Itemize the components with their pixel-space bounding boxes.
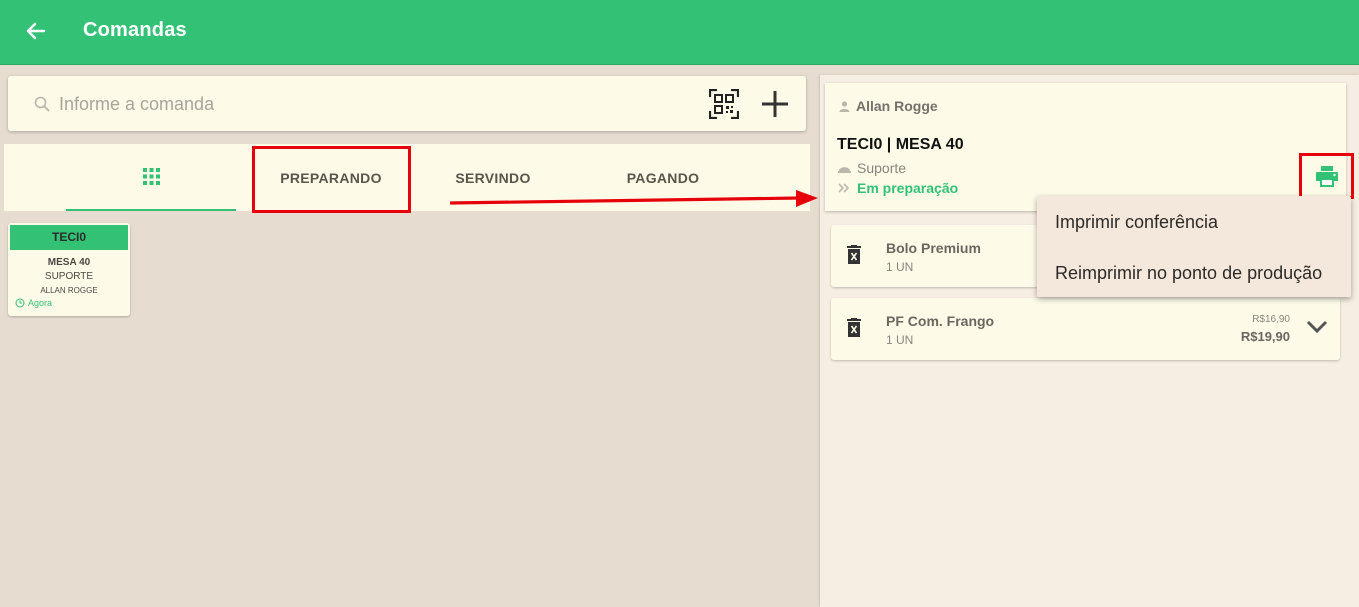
search-icon [34,96,50,112]
order-status: Em preparação [838,180,958,196]
order-card-time: Agora [15,298,52,308]
grid-icon [142,168,160,185]
order-card[interactable]: TECI0 MESA 40 SUPORTE ALLAN ROGGE Agora [8,223,130,316]
print-button[interactable] [1299,153,1354,199]
annotation-arrow [449,190,818,207]
back-arrow-icon[interactable] [24,17,50,45]
order-customer: Allan Rogge [839,98,938,114]
highlight-box-preparing [252,146,411,213]
page-title: Comandas [83,19,187,41]
qr-code-icon[interactable] [708,88,740,120]
trash-icon[interactable] [847,318,861,338]
order-title: TECI0 | MESA 40 [837,136,964,153]
order-card-code: TECI0 [10,225,128,250]
list-item[interactable]: PF Com. Frango 1 UN R$16,90 R$19,90 [831,298,1340,360]
item-price: R$19,90 [1240,329,1290,344]
order-card-table: MESA 40 [47,257,91,268]
order-sector: Suporte [838,160,906,176]
printer-icon [1315,166,1338,187]
clock-icon [15,298,25,308]
plus-icon [762,91,788,117]
item-old-price: R$16,90 [1252,314,1290,325]
print-menu: Imprimir conferência Reimprimir no ponto… [1037,196,1351,297]
item-name: PF Com. Frango [886,313,995,329]
order-sector-label: Suporte [857,160,907,176]
person-icon [839,100,850,112]
menu-item-reprint-production[interactable]: Reimprimir no ponto de produção [1055,263,1322,284]
search-input[interactable] [59,90,679,118]
order-header-card: Allan Rogge TECI0 | MESA 40 Suporte Em p… [825,83,1346,211]
search-bar [8,76,806,131]
double-chevron-icon [838,183,850,193]
tray-icon [838,167,851,173]
item-qty: 1 UN [886,260,914,274]
app-bar: Comandas [0,0,1359,65]
chevron-down-icon[interactable] [1306,319,1328,335]
order-card-time-label: Agora [28,298,53,308]
order-status-label: Em preparação [857,180,959,196]
menu-item-print-check[interactable]: Imprimir conferência [1055,212,1218,233]
order-card-sector: SUPORTE [44,271,94,282]
order-customer-name: Allan Rogge [856,98,938,114]
item-qty: 1 UN [886,333,914,347]
add-order-button[interactable] [759,88,791,120]
item-name: Bolo Premium [886,240,981,256]
tab-all[interactable] [66,144,236,211]
trash-icon[interactable] [847,245,861,265]
order-card-customer: ALLAN ROGGE [40,286,98,295]
